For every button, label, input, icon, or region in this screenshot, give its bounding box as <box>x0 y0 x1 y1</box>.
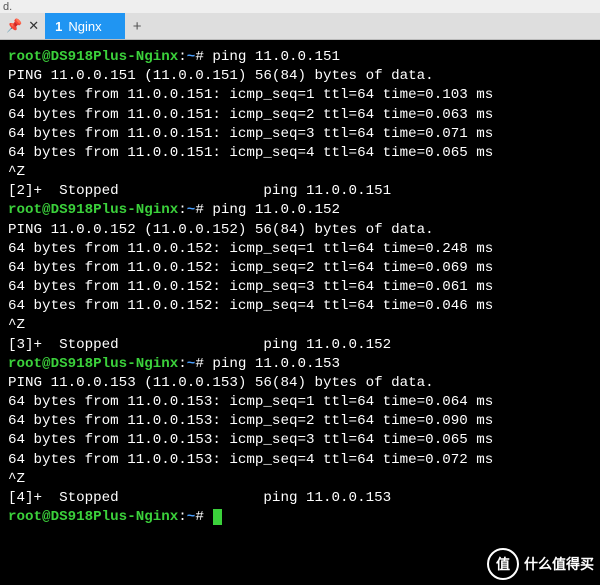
titlebar-text: d. <box>3 1 12 13</box>
suspend-signal: ^Z <box>8 471 25 487</box>
watermark: 值 什么值得买 <box>487 548 594 580</box>
ping-header: PING 11.0.0.151 (11.0.0.151) 56(84) byte… <box>8 68 434 84</box>
ping-reply: 64 bytes from 11.0.0.153: icmp_seq=2 ttl… <box>8 413 493 429</box>
prompt-user: root@DS918Plus-Nginx <box>8 202 178 218</box>
tab-controls: 📌 ✕ <box>0 13 45 39</box>
watermark-badge: 值 <box>487 548 519 580</box>
command-text: ping 11.0.0.152 <box>212 202 340 218</box>
ping-reply: 64 bytes from 11.0.0.151: icmp_seq=2 ttl… <box>8 107 493 123</box>
pin-icon[interactable]: 📌 <box>6 18 22 34</box>
command-text: ping 11.0.0.153 <box>212 356 340 372</box>
terminal-output[interactable]: root@DS918Plus-Nginx:~# ping 11.0.0.151 … <box>0 40 600 585</box>
ping-reply: 64 bytes from 11.0.0.153: icmp_seq=3 ttl… <box>8 432 493 448</box>
tab-index: 1 <box>55 19 62 34</box>
tab-title: Nginx <box>68 19 101 34</box>
tab-strip: 📌 ✕ 1 Nginx + <box>0 13 600 40</box>
close-icon[interactable]: ✕ <box>28 18 39 34</box>
ping-reply: 64 bytes from 11.0.0.151: icmp_seq=1 ttl… <box>8 87 493 103</box>
prompt-user: root@DS918Plus-Nginx <box>8 356 178 372</box>
titlebar-fragment: d. <box>0 0 600 13</box>
ping-reply: 64 bytes from 11.0.0.152: icmp_seq=4 ttl… <box>8 298 493 314</box>
command-text: ping 11.0.0.151 <box>212 49 340 65</box>
add-tab-button[interactable]: + <box>125 13 149 39</box>
ping-reply: 64 bytes from 11.0.0.152: icmp_seq=1 ttl… <box>8 241 493 257</box>
prompt-user: root@DS918Plus-Nginx <box>8 509 178 525</box>
stopped-line: [4]+ Stopped ping 11.0.0.153 <box>8 490 391 506</box>
ping-header: PING 11.0.0.152 (11.0.0.152) 56(84) byte… <box>8 222 434 238</box>
prompt-user: root@DS918Plus-Nginx <box>8 49 178 65</box>
cursor <box>213 509 222 525</box>
stopped-line: [2]+ Stopped ping 11.0.0.151 <box>8 183 391 199</box>
ping-reply: 64 bytes from 11.0.0.153: icmp_seq=4 ttl… <box>8 452 493 468</box>
ping-reply: 64 bytes from 11.0.0.153: icmp_seq=1 ttl… <box>8 394 493 410</box>
suspend-signal: ^Z <box>8 164 25 180</box>
tab-nginx[interactable]: 1 Nginx <box>45 13 125 39</box>
ping-reply: 64 bytes from 11.0.0.151: icmp_seq=3 ttl… <box>8 126 493 142</box>
suspend-signal: ^Z <box>8 317 25 333</box>
stopped-line: [3]+ Stopped ping 11.0.0.152 <box>8 337 391 353</box>
ping-reply: 64 bytes from 11.0.0.152: icmp_seq=2 ttl… <box>8 260 493 276</box>
ping-reply: 64 bytes from 11.0.0.151: icmp_seq=4 ttl… <box>8 145 493 161</box>
ping-reply: 64 bytes from 11.0.0.152: icmp_seq=3 ttl… <box>8 279 493 295</box>
watermark-text: 什么值得买 <box>524 554 594 574</box>
ping-header: PING 11.0.0.153 (11.0.0.153) 56(84) byte… <box>8 375 434 391</box>
plus-icon: + <box>133 18 142 35</box>
